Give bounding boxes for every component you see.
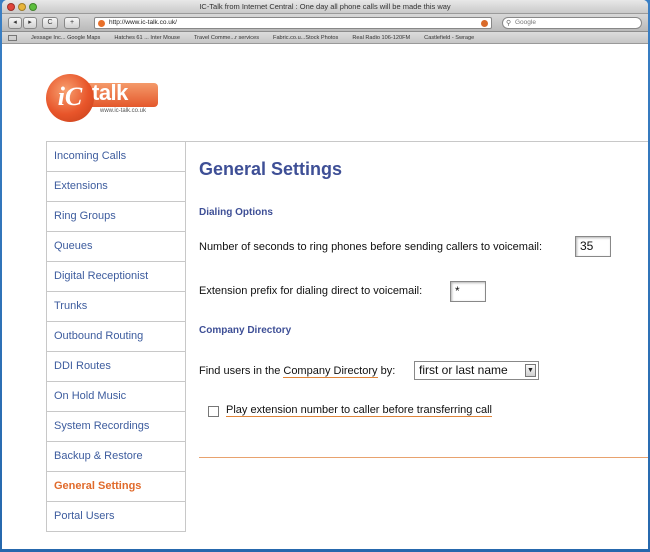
- address-text: http://www.ic-talk.co.uk/: [109, 19, 177, 26]
- browser-toolbar: ◂ ▸ C + http://www.ic-talk.co.uk/ ⚲ Goog…: [2, 14, 648, 32]
- sidebar-item-ring-groups[interactable]: Ring Groups: [47, 202, 185, 232]
- sidebar-item-trunks[interactable]: Trunks: [47, 292, 185, 322]
- sidebar-nav: Incoming Calls Extensions Ring Groups Qu…: [46, 141, 186, 532]
- dialing-options-heading: Dialing Options: [199, 207, 273, 218]
- window-controls: [7, 3, 37, 11]
- forward-button[interactable]: ▸: [23, 17, 37, 29]
- close-window-button[interactable]: [7, 3, 15, 11]
- address-bar[interactable]: http://www.ic-talk.co.uk/: [94, 17, 492, 29]
- sidebar-item-on-hold-music[interactable]: On Hold Music: [47, 382, 185, 412]
- bookmark-item[interactable]: Hatches 61 ... Inter Mouse: [114, 35, 180, 41]
- bookmark-item[interactable]: Jessage Inc... Google Maps: [31, 35, 100, 41]
- bookmark-item[interactable]: Castlefield - Swrage: [424, 35, 474, 41]
- site-favicon-icon: [98, 20, 105, 27]
- find-users-label: Find users in the Company Directory by:: [199, 365, 396, 378]
- voicemail-prefix-label: Extension prefix for dialing direct to v…: [199, 285, 423, 297]
- find-users-prefix: Find users in the: [199, 365, 284, 377]
- ring-seconds-label: Number of seconds to ring phones before …: [199, 241, 543, 253]
- sidebar-item-outbound-routing[interactable]: Outbound Routing: [47, 322, 185, 352]
- title-bar: IC-Talk from Internet Central : One day …: [2, 0, 648, 14]
- chevron-down-icon: ▼: [525, 364, 536, 377]
- sidebar-item-queues[interactable]: Queues: [47, 232, 185, 262]
- voicemail-prefix-input[interactable]: *: [450, 281, 486, 302]
- logo-circle: iC: [46, 74, 94, 122]
- ic-talk-logo[interactable]: iC talk www.ic-talk.co.uk: [46, 74, 166, 126]
- content-divider: [199, 457, 648, 458]
- sidebar-item-backup-restore[interactable]: Backup & Restore: [47, 442, 185, 472]
- bookmark-item[interactable]: Travel Comme...r services: [194, 35, 259, 41]
- search-input[interactable]: ⚲ Google: [502, 17, 642, 29]
- find-users-select[interactable]: first or last name ▼: [414, 361, 539, 380]
- ring-seconds-input[interactable]: 35: [575, 236, 611, 257]
- sidebar-item-extensions[interactable]: Extensions: [47, 172, 185, 202]
- minimize-window-button[interactable]: [18, 3, 26, 11]
- play-extension-label: Play extension number to caller before t…: [226, 404, 492, 417]
- sidebar-item-incoming-calls[interactable]: Incoming Calls: [47, 142, 185, 172]
- logo-url: www.ic-talk.co.uk: [100, 108, 147, 114]
- sidebar-item-digital-receptionist[interactable]: Digital Receptionist: [47, 262, 185, 292]
- logo-wordmark: talk: [92, 80, 128, 105]
- sidebar-item-general-settings[interactable]: General Settings: [47, 472, 185, 502]
- company-directory-link[interactable]: Company Directory: [283, 365, 378, 378]
- sidebar-item-portal-users[interactable]: Portal Users: [47, 502, 185, 532]
- company-directory-heading: Company Directory: [199, 325, 292, 336]
- page-title: General Settings: [199, 159, 343, 179]
- bookmarks-book-icon[interactable]: [8, 34, 17, 41]
- play-extension-checkbox[interactable]: [208, 406, 219, 417]
- search-icon: ⚲: [506, 20, 512, 27]
- bookmark-item[interactable]: Fabric.co.u...Stock Photos: [273, 35, 338, 41]
- find-users-selected-value: first or last name: [419, 363, 508, 377]
- back-button[interactable]: ◂: [8, 17, 22, 29]
- bookmarks-bar: Jessage Inc... Google Maps Hatches 61 ..…: [2, 32, 648, 44]
- zoom-window-button[interactable]: [29, 3, 37, 11]
- sidebar-item-ddi-routes[interactable]: DDI Routes: [47, 352, 185, 382]
- add-bookmark-button[interactable]: +: [64, 17, 80, 29]
- play-extension-text: Play extension number to caller before t…: [226, 404, 492, 417]
- search-placeholder: Google: [515, 19, 536, 26]
- web-page: iC talk www.ic-talk.co.uk Incoming Calls…: [2, 45, 648, 549]
- header-divider: [186, 141, 648, 142]
- window-title: IC-Talk from Internet Central : One day …: [199, 2, 451, 11]
- bookmark-item[interactable]: Real Radio 106-120FM: [352, 35, 410, 41]
- rss-icon[interactable]: [481, 20, 488, 27]
- sidebar-item-system-recordings[interactable]: System Recordings: [47, 412, 185, 442]
- find-users-suffix: by:: [377, 365, 396, 377]
- reload-button[interactable]: C: [42, 17, 58, 29]
